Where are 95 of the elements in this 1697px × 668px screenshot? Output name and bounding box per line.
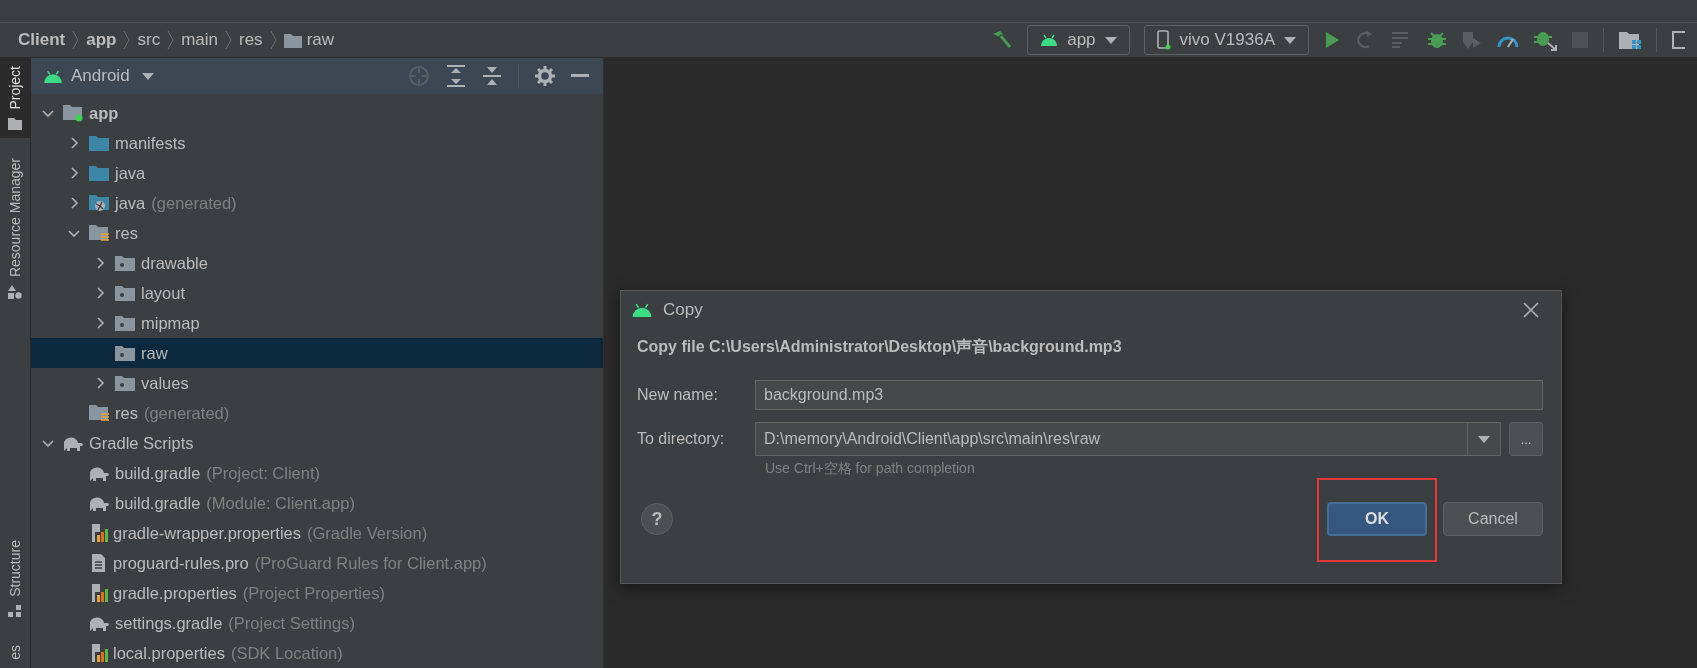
item-note: (Project Properties) <box>242 583 385 603</box>
expand-all-icon[interactable] <box>446 65 466 87</box>
tree-item[interactable]: java <box>31 158 603 188</box>
browse-button[interactable]: ... <box>1509 422 1543 456</box>
folder-icon <box>114 255 136 271</box>
tree-item[interactable]: proguard-rules.pro (ProGuard Rules for Client.app) <box>31 548 603 578</box>
folder-icon <box>88 224 110 242</box>
elephant-icon <box>88 465 110 481</box>
help-button[interactable]: ? <box>641 503 673 535</box>
tree-item[interactable]: settings.gradle (Project Settings) <box>31 608 603 638</box>
chevron-icon <box>167 30 175 50</box>
caret-icon <box>1284 36 1296 44</box>
tree-item[interactable]: res <box>31 218 603 248</box>
folder-fan-icon <box>88 194 110 212</box>
folder-icon <box>88 165 110 181</box>
item-note: (Module: Client.app) <box>206 493 355 513</box>
folder-icon <box>8 117 22 130</box>
folder-icon <box>114 285 136 301</box>
breadcrumb-item[interactable]: raw <box>306 30 335 50</box>
tree-item[interactable]: manifests <box>31 128 603 158</box>
caret-icon <box>141 72 154 80</box>
device-dropdown[interactable]: vivo V1936A <box>1143 25 1309 55</box>
android-icon <box>1040 34 1059 46</box>
tree-item[interactable]: build.gradle (Project: Client) <box>31 458 603 488</box>
item-note: (Project Settings) <box>228 613 355 633</box>
folder-grid-icon[interactable] <box>1618 30 1642 50</box>
blocks-icon <box>8 605 22 618</box>
field-label: To directory: <box>637 430 726 448</box>
name-field[interactable]: background.mp3 <box>755 380 1543 410</box>
tree-item[interactable]: gradle.properties (Project Properties) <box>31 578 603 608</box>
elephant-icon <box>62 435 84 451</box>
minimize-icon[interactable] <box>571 74 589 78</box>
tree-item[interactable]: Gradle Scripts <box>31 428 603 458</box>
tool-window-tab[interactable]: Resource Manager <box>0 149 30 307</box>
chevron-icon <box>269 30 277 50</box>
tool-window-tab[interactable]: Structure <box>0 532 30 626</box>
dialog-button[interactable]: OK <box>1327 502 1427 536</box>
folder-icon <box>114 345 136 361</box>
chevron-icon <box>72 30 80 50</box>
tree-item[interactable]: raw <box>31 338 603 368</box>
tree-item[interactable]: values <box>31 368 603 398</box>
hammer-icon[interactable] <box>991 30 1014 50</box>
breadcrumb-item[interactable]: Client <box>18 30 66 50</box>
breadcrumb-item[interactable]: app <box>86 30 117 50</box>
caret-icon <box>1104 36 1117 44</box>
tree-item[interactable]: mipmap <box>31 308 603 338</box>
shapes-icon <box>8 284 22 299</box>
elephant-icon <box>88 495 110 511</box>
tool-window-tab[interactable]: es <box>0 637 30 668</box>
dialog-message: Copy file C:\Users\Administrator\Desktop\声音\background.mp3 <box>636 337 1123 357</box>
directory-field[interactable]: D:\memory\Android\Client\app\src\main\res\raw <box>755 422 1501 456</box>
breadcrumb-item[interactable]: src <box>137 30 161 50</box>
bug-arrow-icon[interactable] <box>1533 29 1557 51</box>
phone-icon <box>1156 30 1171 50</box>
folder-icon <box>88 135 110 151</box>
breadcrumb-item[interactable]: main <box>181 30 218 50</box>
folder-icon <box>114 375 136 391</box>
elephant-icon <box>88 615 110 631</box>
item-note: (Project: Client) <box>206 463 320 483</box>
folder-icon <box>62 104 84 122</box>
android-icon <box>43 69 63 83</box>
tree-item[interactable]: build.gradle (Module: Client.app) <box>31 488 603 518</box>
bug-icon[interactable] <box>1427 30 1447 50</box>
chevron-icon <box>225 30 232 50</box>
item-note: (generated) <box>143 403 230 423</box>
chevron-icon <box>123 30 131 50</box>
window-icon[interactable] <box>1671 30 1685 50</box>
hint-text: Use Ctrl+空格 for path completion <box>764 460 976 478</box>
item-note: (generated) <box>151 193 237 213</box>
dialog-button[interactable]: Cancel <box>1443 502 1543 536</box>
field-label: New name: <box>637 386 719 404</box>
folder-icon <box>88 404 110 422</box>
run-config-dropdown[interactable]: app <box>1027 25 1130 55</box>
tool-window-tab[interactable]: Project <box>0 58 30 138</box>
android-icon <box>631 303 653 317</box>
dialog-title: Copy <box>663 300 703 320</box>
run-icon[interactable] <box>1323 31 1341 49</box>
tree-item[interactable]: res (generated) <box>31 398 603 428</box>
breadcrumb-item[interactable]: res <box>239 30 263 50</box>
folder-icon <box>283 32 302 48</box>
view-selector[interactable]: Android <box>71 66 154 86</box>
caret-icon <box>1478 435 1490 443</box>
close-icon[interactable] <box>1523 302 1539 318</box>
item-note: (Gradle Version) <box>307 523 428 543</box>
tree-item[interactable]: java (generated) <box>31 188 603 218</box>
collapse-all-icon[interactable] <box>482 65 502 87</box>
tree-item[interactable]: gradle-wrapper.properties (Gradle Version) <box>31 518 603 548</box>
settings-icon[interactable] <box>535 66 555 86</box>
tree-item[interactable]: app <box>31 98 603 128</box>
tree-item[interactable]: drawable <box>31 248 603 278</box>
tree-item[interactable]: local.properties (SDK Location) <box>31 638 603 668</box>
item-note: (ProGuard Rules for Client.app) <box>254 553 487 573</box>
item-note: (SDK Location) <box>230 643 343 663</box>
folder-icon <box>114 315 136 331</box>
tree-item[interactable]: layout <box>31 278 603 308</box>
